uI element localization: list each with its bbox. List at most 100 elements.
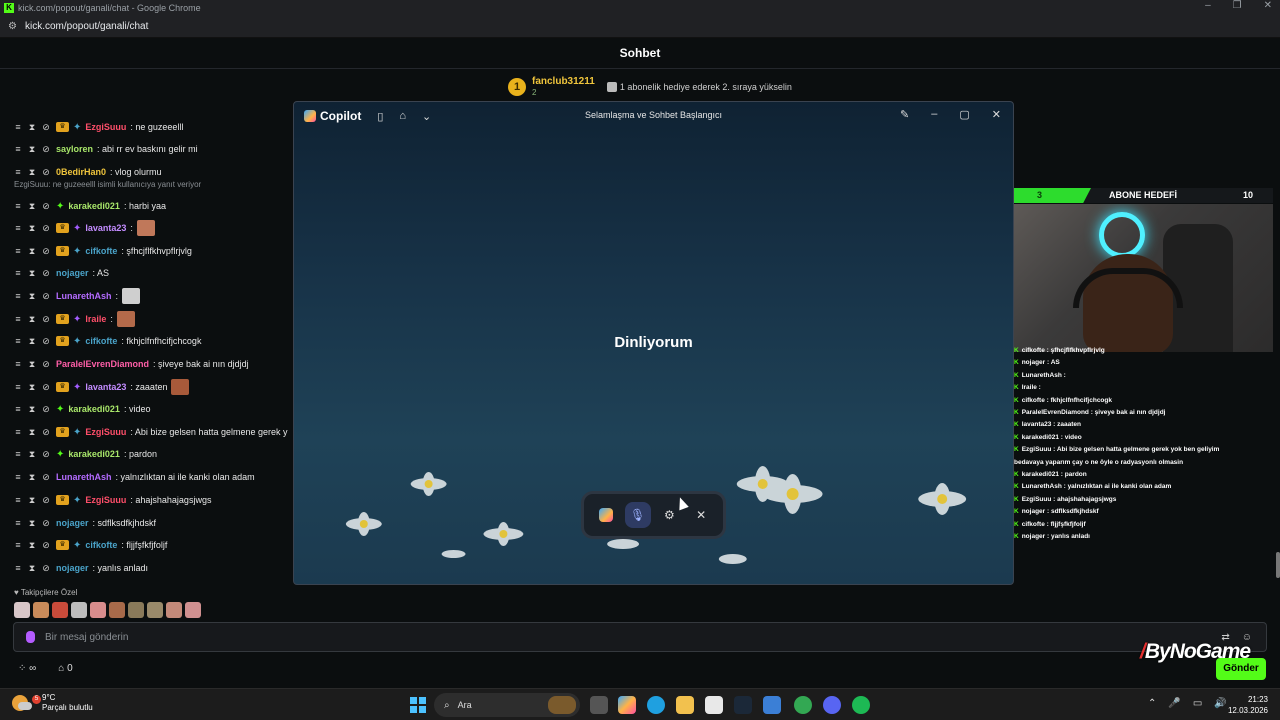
copilot-window[interactable]: Copilot ▯ ⌂ ⌄ Selamlaşma ve Sohbet Başla… bbox=[293, 101, 1014, 585]
minimize-icon[interactable]: – bbox=[1205, 0, 1211, 11]
copilot-app-icon[interactable] bbox=[618, 696, 636, 714]
ban-icon[interactable]: ⊘ bbox=[42, 144, 50, 155]
ban-icon[interactable]: ⊘ bbox=[42, 122, 50, 133]
chat-message[interactable]: ≡ ⧗ ⊘ ♛ ✦ cifkofte: fljjfşfkfjfoljf bbox=[14, 536, 167, 554]
chat-username[interactable]: lavanta23 bbox=[85, 223, 126, 233]
address-url[interactable]: kick.com/popout/ganali/chat bbox=[25, 21, 148, 32]
emote-quick-row[interactable] bbox=[14, 602, 201, 618]
chevron-down-icon[interactable]: ⌄ bbox=[422, 110, 431, 123]
chat-message[interactable]: ≡ ⧗ ⊘ LunarethAsh: yalnızlıktan ai ile kank… bbox=[14, 468, 254, 486]
ban-icon[interactable]: ⊘ bbox=[42, 518, 50, 529]
ban-icon[interactable]: ⊘ bbox=[42, 540, 50, 551]
chat-username[interactable]: cifkofte bbox=[85, 540, 117, 550]
delete-icon[interactable]: ≡ bbox=[14, 144, 22, 155]
page-scrollbar[interactable] bbox=[1276, 552, 1280, 578]
chat-username[interactable]: lraile bbox=[85, 314, 106, 324]
chat-message[interactable]: ≡ ⧗ ⊘ ♛ ✦ lraile: bbox=[14, 310, 135, 328]
chat-username[interactable]: EzgiSuuu bbox=[85, 122, 126, 132]
site-info-icon[interactable]: ⚙ bbox=[8, 21, 17, 32]
message-input[interactable]: Bir mesaj gönderin ⇄ ☺ bbox=[13, 622, 1267, 652]
home-icon[interactable]: ⌂ bbox=[399, 110, 406, 122]
taskbar-search[interactable]: ⌕ Ara bbox=[434, 693, 580, 717]
trash-icon[interactable]: ⌂ 0 bbox=[58, 663, 72, 674]
chat-username[interactable]: sayloren bbox=[56, 144, 93, 154]
ban-icon[interactable]: ⊘ bbox=[42, 336, 50, 347]
chat-message[interactable]: ≡ ⧗ ⊘ ♛ ✦ EzgiSuuu: Abi bize gelsen hatta gel… bbox=[14, 423, 287, 441]
chat-username[interactable]: LunarethAsh bbox=[56, 472, 112, 482]
chat-message[interactable]: ≡ ⧗ ⊘ nojager: sdflksdfkjhdskf bbox=[14, 514, 156, 532]
delete-icon[interactable]: ≡ bbox=[14, 223, 22, 234]
delete-icon[interactable]: ≡ bbox=[14, 563, 22, 574]
chat-message[interactable]: ≡ ⧗ ⊘ ♛ ✦ EzgiSuuu: ne guzeeelll bbox=[14, 118, 183, 136]
emote[interactable] bbox=[52, 602, 68, 618]
address-bar[interactable]: ⚙ kick.com/popout/ganali/chat bbox=[0, 16, 1280, 38]
chat-username[interactable]: cifkofte bbox=[85, 336, 117, 346]
pinned-username[interactable]: fanclub31211 bbox=[532, 76, 595, 87]
task-view-icon[interactable] bbox=[590, 696, 608, 714]
weather-widget[interactable]: 5 9°C Parçalı bulutlu bbox=[12, 693, 93, 713]
timeout-icon[interactable]: ⧗ bbox=[28, 382, 36, 393]
emote[interactable] bbox=[71, 602, 87, 618]
delete-icon[interactable]: ≡ bbox=[14, 472, 22, 483]
send-button[interactable]: Gönder bbox=[1216, 658, 1266, 680]
delete-icon[interactable]: ≡ bbox=[14, 540, 22, 551]
ban-icon[interactable]: ⊘ bbox=[42, 359, 50, 370]
chrome-icon[interactable] bbox=[794, 696, 812, 714]
timeout-icon[interactable]: ⧗ bbox=[28, 201, 36, 212]
timeout-icon[interactable]: ⧗ bbox=[28, 495, 36, 506]
chat-username[interactable]: karakedi021 bbox=[68, 404, 120, 414]
delete-icon[interactable]: ≡ bbox=[14, 382, 22, 393]
delete-icon[interactable]: ≡ bbox=[14, 359, 22, 370]
chat-username[interactable]: ParalelEvrenDiamond bbox=[56, 359, 149, 369]
chat-message[interactable]: ≡ ⧗ ⊘ nojager: AS bbox=[14, 264, 109, 282]
emote[interactable] bbox=[90, 602, 106, 618]
ban-icon[interactable]: ⊘ bbox=[42, 472, 50, 483]
ban-icon[interactable]: ⊘ bbox=[42, 167, 50, 178]
chat-message[interactable]: ≡ ⧗ ⊘ ♛ ✦ EzgiSuuu: ahajshahajagsjwgs bbox=[14, 491, 211, 509]
emote[interactable] bbox=[147, 602, 163, 618]
ban-icon[interactable]: ⊘ bbox=[42, 382, 50, 393]
delete-icon[interactable]: ≡ bbox=[14, 291, 22, 302]
delete-icon[interactable]: ≡ bbox=[14, 246, 22, 257]
emote[interactable] bbox=[185, 602, 201, 618]
ban-icon[interactable]: ⊘ bbox=[42, 563, 50, 574]
ban-icon[interactable]: ⊘ bbox=[42, 268, 50, 279]
ban-icon[interactable]: ⊘ bbox=[42, 223, 50, 234]
timeout-icon[interactable]: ⧗ bbox=[28, 268, 36, 279]
close-voice-icon[interactable]: ✕ bbox=[688, 502, 714, 528]
timeout-icon[interactable]: ⧗ bbox=[28, 540, 36, 551]
edge-icon[interactable] bbox=[647, 696, 665, 714]
chat-username[interactable]: nojager bbox=[56, 268, 89, 278]
chat-username[interactable]: cifkofte bbox=[85, 246, 117, 256]
windows-start-icon[interactable] bbox=[410, 697, 426, 713]
close-icon[interactable]: ✕ bbox=[992, 108, 1001, 121]
ban-icon[interactable]: ⊘ bbox=[42, 427, 50, 438]
delete-icon[interactable]: ≡ bbox=[14, 336, 22, 347]
timeout-icon[interactable]: ⧗ bbox=[28, 404, 36, 415]
mail-icon[interactable] bbox=[763, 696, 781, 714]
emote[interactable] bbox=[166, 602, 182, 618]
chat-message[interactable]: ≡ ⧗ ⊘ LunarethAsh: bbox=[14, 287, 141, 305]
emote[interactable] bbox=[109, 602, 125, 618]
delete-icon[interactable]: ≡ bbox=[14, 518, 22, 529]
new-chat-icon[interactable]: ✎ bbox=[900, 108, 909, 121]
timeout-icon[interactable]: ⧗ bbox=[28, 472, 36, 483]
timeout-icon[interactable]: ⧗ bbox=[28, 223, 36, 234]
chat-message[interactable]: ≡ ⧗ ⊘ nojager: yanlıs anladı bbox=[14, 559, 148, 577]
chat-username[interactable]: karakedi021 bbox=[68, 201, 120, 211]
volume-icon[interactable]: 🔊 bbox=[1214, 698, 1226, 709]
chat-message[interactable]: ≡ ⧗ ⊘ sayloren: abi rr ev baskını gelir mi bbox=[14, 140, 197, 158]
copilot-icon[interactable] bbox=[593, 502, 619, 528]
ban-icon[interactable]: ⊘ bbox=[42, 246, 50, 257]
tray-chevron-icon[interactable]: ⌃ bbox=[1148, 698, 1156, 709]
timeout-icon[interactable]: ⧗ bbox=[28, 291, 36, 302]
emote[interactable] bbox=[128, 602, 144, 618]
chat-username[interactable]: EzgiSuuu bbox=[85, 495, 126, 505]
mic-tray-icon[interactable]: 🎤 bbox=[1168, 698, 1180, 709]
restore-icon[interactable]: ❐ bbox=[1233, 0, 1242, 11]
timeout-icon[interactable]: ⧗ bbox=[28, 167, 36, 178]
minimize-icon[interactable]: – bbox=[931, 108, 937, 121]
delete-icon[interactable]: ≡ bbox=[14, 201, 22, 212]
delete-icon[interactable]: ≡ bbox=[14, 314, 22, 325]
timeout-icon[interactable]: ⧗ bbox=[28, 336, 36, 347]
